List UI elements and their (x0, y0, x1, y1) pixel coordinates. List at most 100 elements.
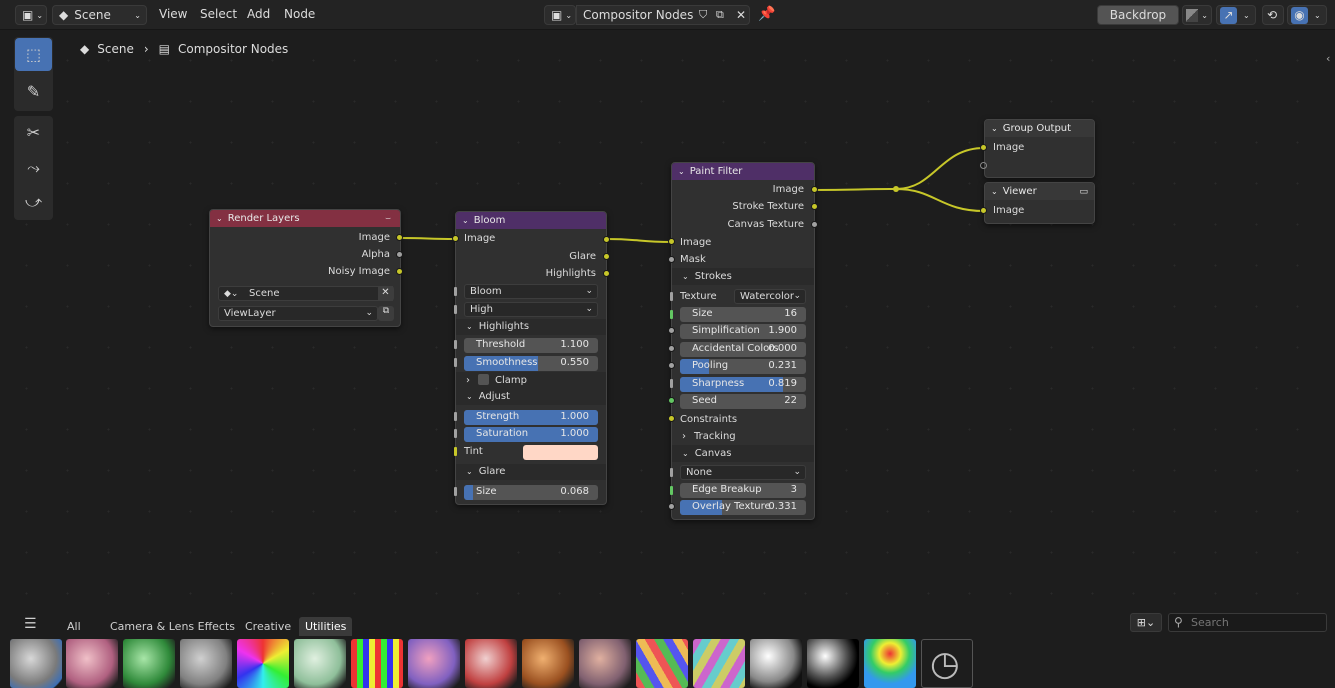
canvas-type-select[interactable]: None ⌄ (680, 465, 806, 480)
socket-bar (454, 358, 457, 367)
quality-select[interactable]: High ⌄ (464, 302, 598, 317)
socket-input-seed[interactable] (668, 397, 675, 404)
simplification-field[interactable]: Simplification 1.900 (680, 324, 806, 339)
clear-scene-icon[interactable]: ✕ (378, 286, 393, 301)
socket-output-highlights[interactable] (603, 270, 610, 277)
socket-output-glare[interactable] (603, 253, 610, 260)
tab-all[interactable]: All (61, 617, 87, 636)
collapse-icon[interactable]: ⌄ (991, 187, 998, 196)
copy-icon[interactable]: ⧉ (378, 306, 394, 321)
glare-panel-header[interactable]: ⌄ Glare (456, 464, 606, 480)
highlights-panel-header[interactable]: ⌄ Highlights (456, 319, 606, 335)
size-slider[interactable]: Size 0.068 (464, 485, 598, 500)
socket-input-empty[interactable] (980, 162, 987, 169)
socket-output-image[interactable] (603, 236, 610, 243)
tab-camera-lens-effects[interactable]: Camera & Lens Effects (104, 617, 241, 636)
tab-creative[interactable]: Creative (239, 617, 297, 636)
bloom-node[interactable]: ⌄ Bloom Image Glare Highlights Bloom ⌄ Hi… (455, 211, 607, 505)
asset-thumbnail[interactable] (693, 639, 745, 688)
overlay-texture-slider[interactable]: Overlay Texture 0.331 (680, 500, 806, 515)
socket-input-image[interactable] (668, 238, 675, 245)
display-mode-button[interactable]: ⊞⌄ (1130, 613, 1162, 632)
socket-input-image[interactable] (980, 144, 987, 151)
collapse-icon[interactable]: ⌄ (991, 124, 998, 133)
socket-output-image[interactable] (396, 234, 403, 241)
pooling-slider[interactable]: Pooling 0.231 (680, 359, 806, 374)
asset-thumbnail[interactable] (123, 639, 175, 688)
node-header[interactable]: ⌄ Render Layers ⌣ (210, 210, 400, 227)
asset-thumbnail[interactable] (579, 639, 631, 688)
seed-field[interactable]: Seed 22 (680, 394, 806, 409)
output-noisy-image-label: Noisy Image (327, 266, 390, 277)
asset-thumbnail[interactable] (465, 639, 517, 688)
socket-output-image[interactable] (811, 186, 818, 193)
field-label: Sharpness (692, 378, 745, 389)
saturation-slider[interactable]: Saturation 1.000 (464, 427, 598, 442)
accidental-colors-field[interactable]: Accidental Colors 0.000 (680, 342, 806, 357)
render-layers-node[interactable]: ⌄ Render Layers ⌣ Image Alpha Noisy Imag… (209, 209, 401, 327)
render-icon[interactable]: ⌣ (385, 214, 391, 224)
glare-type-select[interactable]: Bloom ⌄ (464, 284, 598, 299)
socket-input-overlay-texture[interactable] (668, 503, 675, 510)
view-layer-select[interactable]: ViewLayer ⌄ (218, 306, 378, 321)
asset-thumbnail[interactable] (351, 639, 403, 688)
threshold-field[interactable]: Threshold 1.100 (464, 338, 598, 353)
socket-input-pooling[interactable] (668, 362, 675, 369)
strokes-panel-header[interactable]: ⌄ Strokes (672, 268, 814, 285)
asset-thumbnail[interactable] (522, 639, 574, 688)
node-title: Group Output (1002, 123, 1072, 134)
canvas-panel-header[interactable]: ⌄ Canvas (672, 445, 814, 462)
scene-select[interactable]: ◆⌄ Scene ✕ (218, 286, 394, 301)
socket-input-accidental-colors[interactable] (668, 345, 675, 352)
socket-output-canvas-texture[interactable] (811, 221, 818, 228)
monitor-icon[interactable]: ▭ (1079, 187, 1088, 197)
asset-thumbnail[interactable] (66, 639, 118, 688)
input-image-label: Image (993, 142, 1025, 153)
adjust-panel-header[interactable]: ⌄ Adjust (456, 389, 606, 405)
node-header[interactable]: ⌄ Bloom (456, 212, 606, 229)
asset-thumbnail[interactable] (750, 639, 802, 688)
socket-input-simplification[interactable] (668, 327, 675, 334)
size-field[interactable]: Size 16 (680, 307, 806, 322)
search-input[interactable] (1191, 615, 1321, 630)
tracking-panel-header[interactable]: › Tracking (672, 428, 814, 445)
field-label: Saturation (476, 428, 529, 439)
collapse-icon[interactable]: ⌄ (462, 216, 469, 225)
asset-thumbnail[interactable] (294, 639, 346, 688)
socket-output-alpha[interactable] (396, 251, 403, 258)
node-header[interactable]: ⌄ Viewer ▭ (985, 183, 1094, 200)
strength-slider[interactable]: Strength 1.000 (464, 410, 598, 425)
socket-output-noisy-image[interactable] (396, 268, 403, 275)
group-output-node[interactable]: ⌄ Group Output Image (984, 119, 1095, 178)
clamp-checkbox[interactable] (478, 374, 489, 385)
viewer-node[interactable]: ⌄ Viewer ▭ Image (984, 182, 1095, 224)
collapse-icon[interactable]: ⌄ (678, 167, 685, 176)
socket-input-image[interactable] (452, 235, 459, 242)
asset-thumbnail[interactable] (636, 639, 688, 688)
asset-thumbnail[interactable] (807, 639, 859, 688)
socket-input-mask[interactable] (668, 256, 675, 263)
paint-filter-node[interactable]: ⌄ Paint Filter Image Stroke Texture Canv… (671, 162, 815, 520)
sharpness-slider[interactable]: Sharpness 0.819 (680, 377, 806, 392)
node-header[interactable]: ⌄ Paint Filter (672, 163, 814, 180)
hamburger-menu-icon[interactable]: ☰ (24, 616, 37, 632)
field-label: Edge Breakup (692, 484, 762, 495)
smoothness-slider[interactable]: Smoothness 0.550 (464, 356, 598, 371)
texture-select[interactable]: Watercolor ⌄ (734, 289, 806, 304)
edge-breakup-field[interactable]: Edge Breakup 3 (680, 483, 806, 498)
asset-thumbnail[interactable] (864, 639, 916, 688)
asset-thumbnail[interactable] (237, 639, 289, 688)
asset-thumbnail[interactable] (180, 639, 232, 688)
socket-output-stroke-texture[interactable] (811, 203, 818, 210)
node-header[interactable]: ⌄ Group Output (985, 120, 1094, 137)
asset-thumbnail[interactable] (408, 639, 460, 688)
search-field[interactable]: ⚲ (1168, 613, 1327, 632)
socket-input-constraints[interactable] (668, 415, 675, 422)
collapse-icon[interactable]: ⌄ (216, 214, 223, 223)
chevron-right-icon[interactable]: › (466, 375, 470, 386)
tint-color-swatch[interactable] (523, 445, 598, 460)
tab-utilities[interactable]: Utilities (299, 617, 353, 636)
socket-input-image[interactable] (980, 207, 987, 214)
asset-thumbnail[interactable] (10, 639, 62, 688)
asset-thumbnail[interactable]: ◷ (921, 639, 973, 688)
